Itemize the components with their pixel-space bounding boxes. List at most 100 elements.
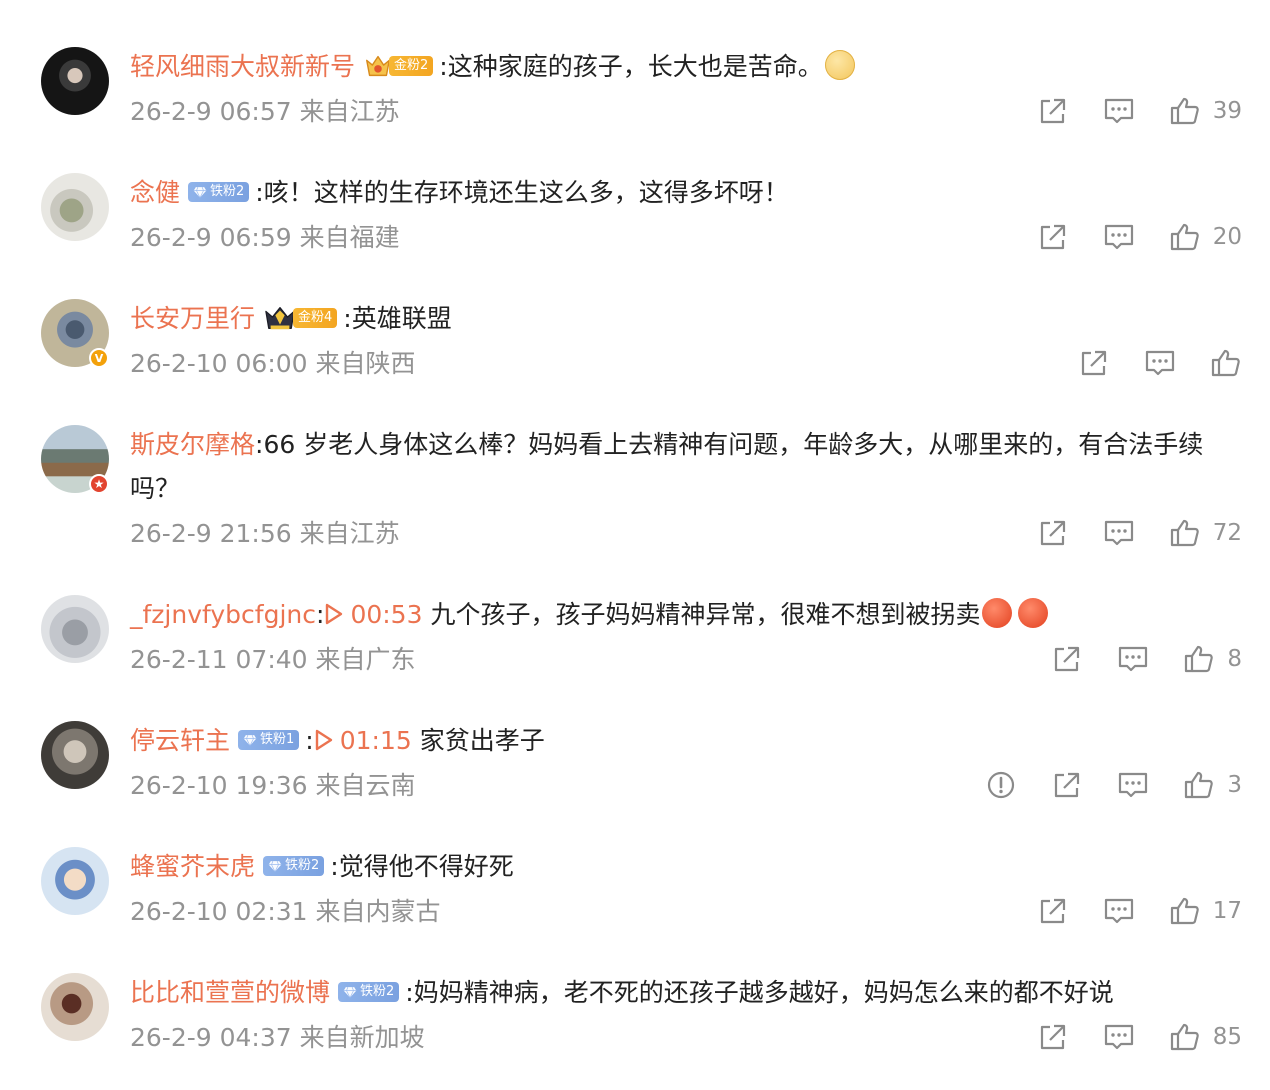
fan-badge-tag: 铁粉2 [188, 182, 250, 202]
fan-badge[interactable]: 金粉2 [363, 51, 434, 81]
reply-button[interactable] [1103, 517, 1135, 549]
diamond-icon [268, 859, 282, 873]
comment-location: 来自福建 [299, 223, 400, 252]
reply-button[interactable] [1144, 347, 1176, 379]
colon: : [343, 304, 352, 333]
reply-button[interactable] [1117, 643, 1149, 675]
comment-time: 26-2-9 06:57 [130, 97, 292, 126]
comment-icon [1117, 643, 1149, 675]
comment-actions: 72 [1003, 516, 1242, 550]
username[interactable]: _fzjnvfybcfgjnc [130, 600, 316, 629]
avatar[interactable] [41, 595, 109, 663]
fan-badge-label: 铁粉2 [210, 184, 245, 199]
share-button[interactable] [1051, 643, 1083, 675]
comment-icon [1103, 517, 1135, 549]
thumbs-up-icon [1210, 347, 1242, 379]
comment-icon [1117, 769, 1149, 801]
share-button[interactable] [1037, 95, 1069, 127]
share-button[interactable] [1037, 221, 1069, 253]
share-button[interactable] [1037, 1021, 1069, 1053]
share-icon [1037, 895, 1069, 927]
fan-badge[interactable]: 铁粉1 [238, 730, 300, 750]
fan-badge[interactable]: 铁粉2 [338, 982, 400, 1002]
comment-actions: 8 [1017, 642, 1242, 676]
fan-badge-label: 铁粉1 [260, 732, 295, 747]
share-button[interactable] [1078, 347, 1110, 379]
thumbs-up-icon [1169, 1021, 1201, 1053]
report-button[interactable] [985, 769, 1017, 801]
comment-location: 来自江苏 [299, 519, 400, 548]
username[interactable]: 轻风细雨大叔新新号 [130, 52, 355, 81]
reply-button[interactable] [1103, 1021, 1135, 1053]
username[interactable]: 比比和萱萱的微博 [130, 978, 330, 1007]
thumbs-up-icon [1169, 95, 1201, 127]
play-icon [324, 602, 344, 626]
colon: : [439, 52, 448, 81]
verified-badge-icon: ★ [89, 474, 109, 494]
thumbs-up-icon [1169, 517, 1201, 549]
avatar[interactable] [41, 721, 109, 789]
comment-content: 轻风细雨大叔新新号 金粉2:这种家庭的孩子，长大也是苦命。 [130, 45, 1230, 89]
like-button[interactable] [1210, 347, 1242, 379]
like-button[interactable]: 20 [1169, 221, 1242, 253]
comment-location: 来自陕西 [315, 349, 416, 378]
fan-badge[interactable]: 金粉4 [263, 303, 338, 333]
fan-badge-tag: 铁粉1 [238, 730, 300, 750]
fan-badge-tag: 铁粉2 [263, 856, 325, 876]
video-timestamp-link[interactable]: 01:15 [314, 726, 412, 755]
comment-meta: 26-2-10 19:36 来自云南 [130, 769, 416, 803]
comment-content: 比比和萱萱的微博 铁粉2:妈妈精神病，老不死的还孩子越多越好，妈妈怎么来的都不好说 [130, 971, 1230, 1015]
play-icon [314, 728, 334, 752]
colon: : [255, 178, 264, 207]
username[interactable]: 念健 [130, 178, 180, 207]
username[interactable]: 停云轩主 [130, 726, 230, 755]
like-count: 39 [1212, 98, 1242, 124]
angry-emoji-icon [1018, 598, 1049, 628]
like-button[interactable]: 39 [1169, 95, 1242, 127]
username[interactable]: 长安万里行 [130, 304, 255, 333]
like-button[interactable]: 17 [1169, 895, 1242, 927]
avatar[interactable] [41, 47, 109, 115]
reply-button[interactable] [1117, 769, 1149, 801]
fan-badge[interactable]: 铁粉2 [188, 182, 250, 202]
comment-location: 来自广东 [315, 645, 416, 674]
avatar[interactable] [41, 973, 109, 1041]
share-button[interactable] [1037, 895, 1069, 927]
video-timestamp-link[interactable]: 00:53 [324, 600, 422, 629]
comment-location: 来自云南 [315, 771, 416, 800]
share-icon [1051, 643, 1083, 675]
avatar[interactable] [41, 173, 109, 241]
reply-button[interactable] [1103, 221, 1135, 253]
comment-icon [1103, 221, 1135, 253]
comment-actions: 17 [1003, 894, 1242, 928]
avatar[interactable] [41, 847, 109, 915]
like-button[interactable]: 72 [1169, 517, 1242, 549]
fan-badge-label: 金粉4 [293, 308, 338, 328]
username[interactable]: 斯皮尔摩格 [130, 430, 255, 459]
like-button[interactable]: 85 [1169, 1021, 1242, 1053]
video-time: 00:53 [350, 600, 423, 629]
video-time: 01:15 [339, 726, 412, 755]
username[interactable]: 蜂蜜芥末虎 [130, 852, 255, 881]
comment-icon [1144, 347, 1176, 379]
comment-icon [1103, 95, 1135, 127]
comment-time: 26-2-11 07:40 [130, 645, 308, 674]
reply-button[interactable] [1103, 895, 1135, 927]
comment-content: 蜂蜜芥末虎 铁粉2:觉得他不得好死 [130, 845, 1230, 889]
like-button[interactable]: 3 [1183, 769, 1242, 801]
comment-text: 英雄联盟 [351, 304, 452, 333]
share-button[interactable] [1051, 769, 1083, 801]
comment-content: 长安万里行 金粉4:英雄联盟 [130, 297, 1230, 341]
reply-button[interactable] [1103, 95, 1135, 127]
fan-badge[interactable]: 铁粉2 [263, 856, 325, 876]
comment-time: 26-2-10 02:31 [130, 897, 308, 926]
comment-meta: 26-2-9 06:59 来自福建 [130, 221, 400, 255]
share-button[interactable] [1037, 517, 1069, 549]
comment-text: 这种家庭的孩子，长大也是苦命。 [447, 52, 823, 81]
comment-actions: 85 [1003, 1020, 1242, 1054]
comment-text: 妈妈精神病，老不死的还孩子越多越好，妈妈怎么来的都不好说 [413, 978, 1114, 1007]
fan-badge-label: 铁粉2 [360, 984, 395, 999]
like-count: 85 [1212, 1024, 1242, 1050]
verified-badge-icon: V [89, 348, 109, 368]
like-button[interactable]: 8 [1183, 643, 1242, 675]
